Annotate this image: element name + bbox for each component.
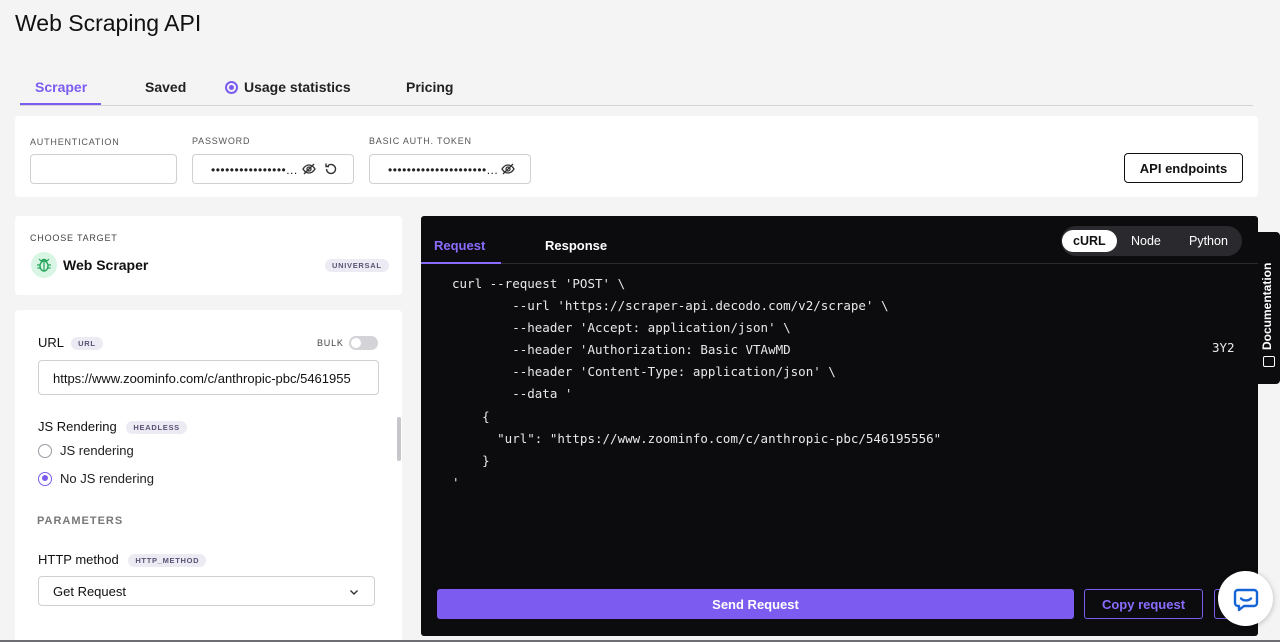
- token-value: •••••••••••••••••••••...: [388, 163, 499, 177]
- api-endpoints-button[interactable]: API endpoints: [1124, 153, 1243, 183]
- password-input[interactable]: ••••••••••••••••...: [192, 154, 354, 184]
- http-method-select[interactable]: Get Request: [38, 576, 375, 606]
- token-input[interactable]: •••••••••••••••••••••...: [369, 154, 531, 184]
- js-rendering-label: JS Rendering HEADLESS: [38, 419, 187, 434]
- page-title: Web Scraping API: [15, 10, 202, 36]
- radio-dot-icon: [225, 81, 238, 94]
- code-fragment: 3Y2: [1212, 340, 1235, 355]
- url-label-text: URL: [38, 335, 64, 350]
- bug-icon: [31, 252, 57, 278]
- bulk-toggle[interactable]: [349, 336, 378, 350]
- copy-request-button[interactable]: Copy request: [1084, 589, 1203, 619]
- choose-target-heading: CHOOSE TARGET: [30, 233, 118, 243]
- no-js-rendering-option-label: No JS rendering: [60, 471, 154, 486]
- eye-off-icon[interactable]: [500, 161, 516, 177]
- tab-request[interactable]: Request: [434, 238, 485, 253]
- http-method-badge: HTTP_METHOD: [128, 554, 207, 567]
- eye-off-icon[interactable]: [301, 161, 317, 177]
- http-method-value: Get Request: [53, 584, 126, 599]
- active-tab-indicator: [20, 103, 101, 105]
- tab-usage-statistics[interactable]: Usage statistics: [225, 79, 351, 95]
- choose-target-card: CHOOSE TARGET Web Scraper UNIVERSAL: [15, 216, 402, 295]
- password-label: PASSWORD: [192, 136, 251, 146]
- chevron-down-icon: [350, 590, 358, 595]
- password-value: ••••••••••••••••...: [211, 163, 298, 177]
- document-icon: [1263, 356, 1275, 367]
- lang-node[interactable]: Node: [1120, 230, 1172, 252]
- parameters-scrollbar[interactable]: [397, 417, 401, 461]
- js-rendering-label-text: JS Rendering: [38, 419, 117, 434]
- http-method-label-text: HTTP method: [38, 552, 119, 567]
- tab-usage-statistics-label: Usage statistics: [244, 79, 351, 95]
- tab-pricing[interactable]: Pricing: [406, 79, 453, 95]
- lang-python[interactable]: Python: [1178, 230, 1239, 252]
- code-panel: Request Response cURL Node Python curl -…: [421, 216, 1258, 636]
- authentication-label: AUTHENTICATION: [30, 137, 120, 147]
- tab-saved[interactable]: Saved: [145, 79, 186, 95]
- request-code: curl --request 'POST' \ --url 'https://s…: [452, 276, 942, 490]
- url-badge: URL: [71, 337, 103, 350]
- parameters-card: URL URL BULK https://www.zoominfo.com/c/…: [15, 310, 402, 642]
- no-js-rendering-option[interactable]: No JS rendering: [38, 471, 154, 486]
- radio-button[interactable]: [38, 443, 52, 458]
- send-request-button[interactable]: Send Request: [437, 589, 1074, 619]
- url-input[interactable]: https://www.zoominfo.com/c/anthropic-pbc…: [38, 360, 379, 395]
- http-method-label: HTTP method HTTP_METHOD: [38, 552, 207, 567]
- main-tabs: Scraper Saved Usage statistics Pricing: [20, 72, 1253, 106]
- js-rendering-option[interactable]: JS rendering: [38, 443, 134, 458]
- chat-button[interactable]: [1218, 571, 1273, 626]
- chat-icon: [1233, 588, 1258, 611]
- documentation-tab[interactable]: Documentation: [1258, 232, 1280, 384]
- token-label: BASIC AUTH. TOKEN: [369, 136, 472, 146]
- tab-scraper[interactable]: Scraper: [35, 79, 87, 95]
- auth-card: AUTHENTICATION PASSWORD ••••••••••••••••…: [15, 116, 1258, 197]
- target-name: Web Scraper: [63, 257, 149, 273]
- code-tabs-divider: [421, 263, 1258, 264]
- js-rendering-option-label: JS rendering: [60, 443, 134, 458]
- universal-badge: UNIVERSAL: [325, 259, 389, 272]
- parameters-heading: PARAMETERS: [37, 515, 124, 527]
- bulk-label: BULK: [317, 338, 344, 348]
- documentation-label: Documentation: [1260, 262, 1274, 350]
- authentication-input[interactable]: [30, 154, 177, 184]
- url-label: URL URL: [38, 335, 103, 350]
- tab-response[interactable]: Response: [545, 238, 607, 253]
- active-code-tab-indicator: [421, 262, 501, 264]
- language-switch: cURL Node Python: [1061, 226, 1242, 256]
- lang-curl[interactable]: cURL: [1062, 230, 1117, 252]
- refresh-icon[interactable]: [323, 161, 339, 177]
- radio-button-checked[interactable]: [38, 471, 52, 486]
- headless-badge: HEADLESS: [126, 421, 187, 434]
